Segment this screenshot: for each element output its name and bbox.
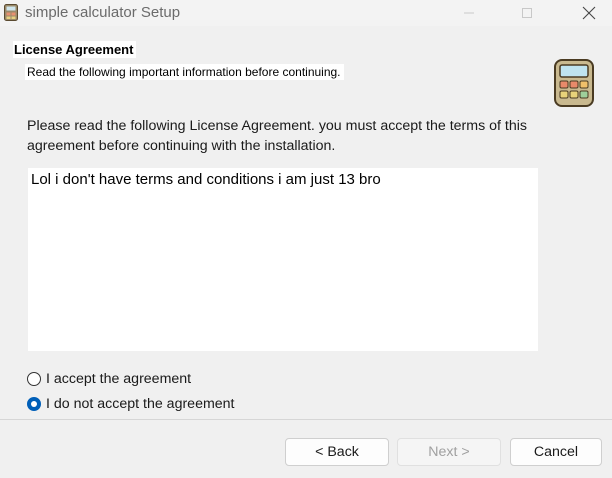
maximize-button[interactable]: [504, 0, 550, 26]
calculator-icon: [551, 58, 597, 108]
close-icon: [582, 6, 596, 20]
license-text: Lol i don't have terms and conditions i …: [31, 171, 381, 188]
accept-radio-option[interactable]: I accept the agreement: [27, 369, 191, 389]
decline-radio-option[interactable]: I do not accept the agreement: [27, 394, 235, 414]
wizard-header: License Agreement Read the following imp…: [0, 26, 612, 107]
cancel-button[interactable]: Cancel: [510, 438, 602, 466]
radio-checked-icon[interactable]: [27, 397, 41, 411]
title-bar: simple calculator Setup: [0, 0, 612, 26]
maximize-icon: [522, 8, 532, 18]
page-title: License Agreement: [13, 41, 137, 58]
license-intro-text: Please read the following License Agreem…: [27, 118, 527, 154]
minimize-icon: [464, 12, 474, 14]
minimize-button[interactable]: [446, 0, 492, 26]
next-button[interactable]: Next >: [397, 438, 501, 466]
license-text-area[interactable]: Lol i don't have terms and conditions i …: [28, 168, 538, 351]
calculator-icon: [4, 4, 18, 21]
decline-radio-label: I do not accept the agreement: [46, 396, 235, 412]
back-button[interactable]: < Back: [285, 438, 389, 466]
close-button[interactable]: [566, 0, 612, 26]
page-subtitle: Read the following important information…: [25, 64, 344, 80]
footer-divider: [0, 419, 612, 420]
accept-radio-label: I accept the agreement: [46, 371, 192, 387]
radio-unchecked-icon[interactable]: [27, 372, 41, 386]
window-title: simple calculator Setup: [25, 4, 181, 21]
